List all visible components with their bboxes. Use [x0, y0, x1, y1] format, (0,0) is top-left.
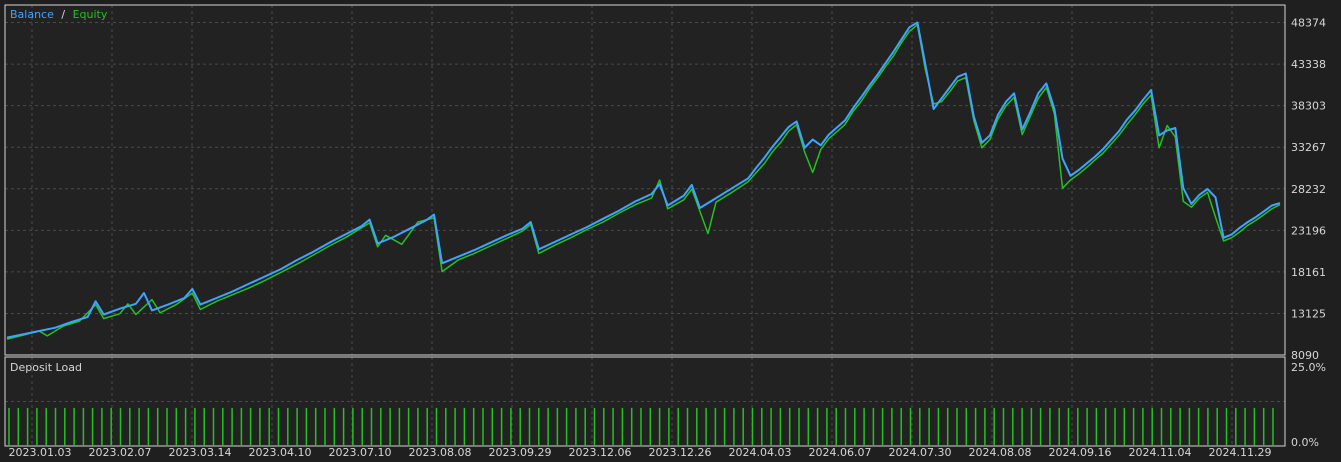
- x-axis-labels: 2023.01.03 2023.02.07 2023.03.14 2023.04.10…: [9, 446, 1272, 459]
- x-tick-label: 2024.11.04: [1129, 446, 1192, 459]
- legend-equity: Equity: [73, 8, 108, 21]
- y-tick-label: 33267: [1291, 141, 1326, 154]
- x-tick-label: 2023.03.14: [169, 446, 232, 459]
- y-tick-label: 48374: [1291, 17, 1326, 30]
- x-tick-label: 2023.08.08: [409, 446, 472, 459]
- y-tick-label: 38303: [1291, 100, 1326, 113]
- chart-canvas: 48374 43338 38303 33267 28232 23196 18161 13125…: [4, 4, 1326, 459]
- x-tick-label: 2023.07.10: [329, 446, 392, 459]
- x-tick-label: 2024.08.08: [969, 446, 1032, 459]
- legend-balance: Balance: [10, 8, 54, 21]
- y-tick-label: 13125: [1291, 307, 1326, 320]
- x-tick-label: 2024.11.29: [1209, 446, 1272, 459]
- x-tick-label: 2024.04.03: [729, 446, 792, 459]
- x-tick-label: 2023.01.03: [9, 446, 72, 459]
- x-tick-label: 2023.02.07: [89, 446, 152, 459]
- y-tick-label: 23196: [1291, 224, 1326, 237]
- x-tick-label: 2023.12.26: [649, 446, 712, 459]
- y-tick-label: 18161: [1291, 266, 1326, 279]
- x-tick-label: 2023.09.29: [489, 446, 552, 459]
- x-tick-label: 2023.12.06: [569, 446, 632, 459]
- x-tick-label: 2024.07.30: [889, 446, 952, 459]
- y-tick-label: 43338: [1291, 58, 1326, 71]
- x-tick-label: 2023.04.10: [249, 446, 312, 459]
- deposit-load-title: Deposit Load: [10, 361, 82, 374]
- deposit-axis-bottom-label: 0.0%: [1291, 436, 1319, 449]
- y-tick-label: 28232: [1291, 183, 1326, 196]
- x-tick-label: 2024.09.16: [1049, 446, 1112, 459]
- x-tick-label: 2024.06.07: [809, 446, 872, 459]
- deposit-axis-top-label: 25.0%: [1291, 361, 1326, 374]
- legend-separator: /: [61, 8, 65, 21]
- y-axis-labels: 48374 43338 38303 33267 28232 23196 18161 13125…: [1291, 17, 1326, 362]
